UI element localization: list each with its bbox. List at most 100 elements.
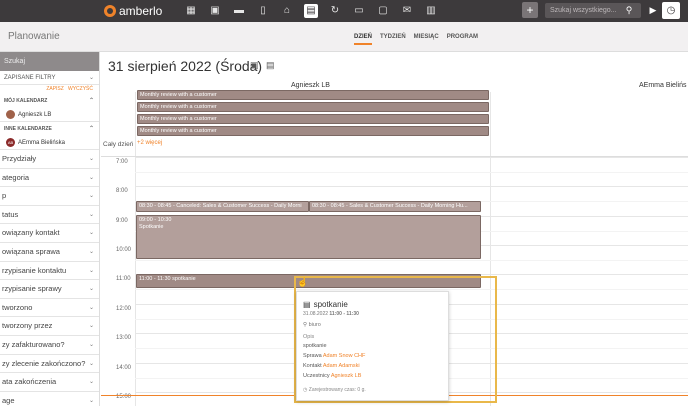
- avatar: [6, 110, 15, 119]
- calendar-event[interactable]: 09:00 - 10:30 Spotkanie: [136, 215, 481, 259]
- more-events-link[interactable]: +2 więcej: [137, 140, 162, 146]
- timer-icon[interactable]: ◷: [662, 2, 680, 19]
- filter-label: owiązany kontakt: [2, 228, 60, 238]
- hour-label: 8:00: [116, 188, 128, 194]
- popup-participants-label: Uczestnicy: [303, 373, 330, 379]
- chevron-down-icon: ⌄: [88, 267, 94, 274]
- contacts-icon[interactable]: ▣: [208, 4, 222, 18]
- popup-contact-link[interactable]: Adam Adamski: [323, 363, 360, 369]
- popup-title: spotkanie: [313, 300, 348, 309]
- popup-location: ⚲ biuro: [303, 322, 442, 328]
- chevron-down-icon: ⌄: [88, 379, 94, 386]
- all-day-event[interactable]: Monthly review with a customer: [137, 102, 489, 112]
- dashboard-icon[interactable]: ▦: [184, 4, 198, 18]
- my-calendar-section[interactable]: MÓJ KALENDARZ ⌃: [0, 94, 99, 108]
- calendar-event[interactable]: 08:30 - 08:45 - Canceled: Sales & Custom…: [136, 201, 309, 212]
- chevron-down-icon: ⌄: [88, 304, 94, 311]
- calendar-icon: ▤: [303, 300, 311, 309]
- event-title: Spotkanie: [139, 224, 164, 230]
- chevron-up-icon: ⌃: [88, 98, 94, 104]
- all-day-event[interactable]: Monthly review with a customer: [137, 90, 489, 100]
- calendar-settings-icon[interactable]: ▤: [266, 60, 276, 71]
- filter-tags[interactable]: age ⌄: [0, 392, 99, 406]
- half-hour-line: [135, 289, 688, 290]
- app-logo[interactable]: amberlo: [104, 3, 162, 19]
- saved-filters-dropdown[interactable]: ZAPISANE FILTRY ⌄: [0, 71, 99, 85]
- all-day-event[interactable]: Monthly review with a customer: [137, 126, 489, 136]
- filter-label: rzypisanie sprawy: [2, 284, 62, 294]
- history-icon[interactable]: ↻: [328, 4, 342, 18]
- popup-case-row: Sprawa Adam Snow CHF: [303, 353, 442, 359]
- play-icon[interactable]: ▶: [646, 3, 660, 18]
- filter-end-date[interactable]: ata zakończenia ⌄: [0, 373, 99, 392]
- tab-day[interactable]: DZIEŃ: [354, 34, 372, 45]
- tab-week[interactable]: TYDZIEŃ: [380, 34, 406, 45]
- search-icon[interactable]: ⚲: [620, 3, 638, 18]
- chevron-down-icon: ⌄: [88, 360, 94, 367]
- hour-line: [135, 186, 688, 187]
- popup-contact-row: Kontakt Adam Adamski: [303, 363, 442, 369]
- reports-icon[interactable]: ▥: [424, 4, 438, 18]
- avatar: AB: [6, 138, 15, 147]
- filter-related-case[interactable]: owiązana sprawa ⌄: [0, 243, 99, 262]
- chevron-down-icon: ⌄: [88, 230, 94, 237]
- hour-label: 14:00: [116, 365, 132, 371]
- popup-location-value: biuro: [308, 322, 321, 328]
- filter-created-by[interactable]: tworzony przez ⌄: [0, 317, 99, 336]
- filter-order-completed[interactable]: zy zlecenie zakończono? ⌄: [0, 355, 99, 374]
- filter-case-assignment[interactable]: rzypisanie sprawy ⌄: [0, 280, 99, 299]
- filter-label: zy zafakturowano?: [2, 339, 65, 349]
- filter-label: Przydziały: [2, 154, 37, 163]
- logo-mark-icon: [104, 5, 116, 17]
- other-calendar-person[interactable]: AB AEmma Bielińska: [0, 136, 99, 150]
- other-calendars-label: INNE KALENDARZE: [4, 126, 52, 132]
- filter-category[interactable]: ategoria ⌄: [0, 169, 99, 188]
- filter-related-contact[interactable]: owiązany kontakt ⌄: [0, 224, 99, 243]
- registered-time-text: Zarejestrowany czas: 0 g.: [308, 387, 366, 393]
- chevron-down-icon: ⌄: [88, 193, 94, 200]
- tab-program[interactable]: PROGRAM: [447, 34, 478, 45]
- grid-divider: [490, 92, 491, 406]
- popup-contact-label: Kontakt: [303, 363, 322, 369]
- calendar-event-selected[interactable]: 11:00 - 11:30 spotkanie: [136, 274, 481, 288]
- pointer-cursor-icon: ☝: [297, 277, 309, 287]
- sidebar-search-input[interactable]: Szukaj: [0, 52, 99, 71]
- add-button[interactable]: +: [522, 2, 538, 18]
- chevron-down-icon: ⌄: [88, 397, 94, 404]
- bank-icon[interactable]: ⌂: [280, 4, 294, 18]
- popup-case-label: Sprawa: [303, 353, 322, 359]
- filter-assignments[interactable]: Przydziały ⌄: [0, 150, 99, 169]
- clear-filter-button[interactable]: WYCZYŚĆ: [68, 86, 93, 92]
- my-calendar-person[interactable]: Agnieszk LB: [0, 108, 99, 122]
- hour-label: 11:00: [116, 276, 131, 282]
- person-name: AEmma Bielińska: [18, 139, 66, 146]
- calendar-event[interactable]: 08:30 - 08:45 - Sales & Customer Success…: [309, 201, 481, 212]
- event-popup: ▤ spotkanie 31.08.2022 11:00 - 11:30 ⚲ b…: [296, 291, 449, 401]
- mail-icon[interactable]: ✉: [400, 4, 414, 18]
- filter-label: rzypisanie kontaktu: [2, 265, 67, 275]
- popup-participant-link[interactable]: Agnieszk LB: [331, 373, 362, 379]
- other-calendars-section[interactable]: INNE KALENDARZE ⌃: [0, 122, 99, 136]
- filter-label: ategoria: [2, 172, 30, 182]
- event-time: 09:00 - 10:30: [139, 217, 172, 223]
- messages-icon[interactable]: ▢: [376, 4, 390, 18]
- folder-icon[interactable]: ▭: [352, 4, 366, 18]
- briefcase-icon[interactable]: ▬: [232, 4, 246, 18]
- calendar-icon[interactable]: ▤: [304, 4, 318, 18]
- filter-created[interactable]: tworzono ⌄: [0, 299, 99, 318]
- column-header-emma: AEmma Bielińs: [639, 82, 687, 89]
- filter-status[interactable]: tatus ⌄: [0, 206, 99, 225]
- save-filter-button[interactable]: ZAPISZ: [46, 86, 64, 92]
- calendar-sync-icon[interactable]: ▣: [250, 60, 260, 71]
- document-icon[interactable]: ▯: [256, 4, 270, 18]
- popup-case-link[interactable]: Adam Snow CHF: [323, 353, 366, 359]
- filter-label: tatus: [2, 209, 19, 219]
- all-day-event[interactable]: Monthly review with a customer: [137, 114, 489, 124]
- popup-participants-row: Uczestnicy Agnieszk LB: [303, 373, 442, 379]
- module-title: Planowanie: [8, 31, 60, 42]
- filter-contact-assignment[interactable]: rzypisanie kontaktu ⌄: [0, 262, 99, 281]
- filter-invoiced[interactable]: zy zafakturowano? ⌄: [0, 336, 99, 355]
- popup-date: 31.08.2022: [303, 311, 329, 317]
- tab-month[interactable]: MIESIĄC: [414, 34, 439, 45]
- filter-type[interactable]: p ⌄: [0, 187, 99, 206]
